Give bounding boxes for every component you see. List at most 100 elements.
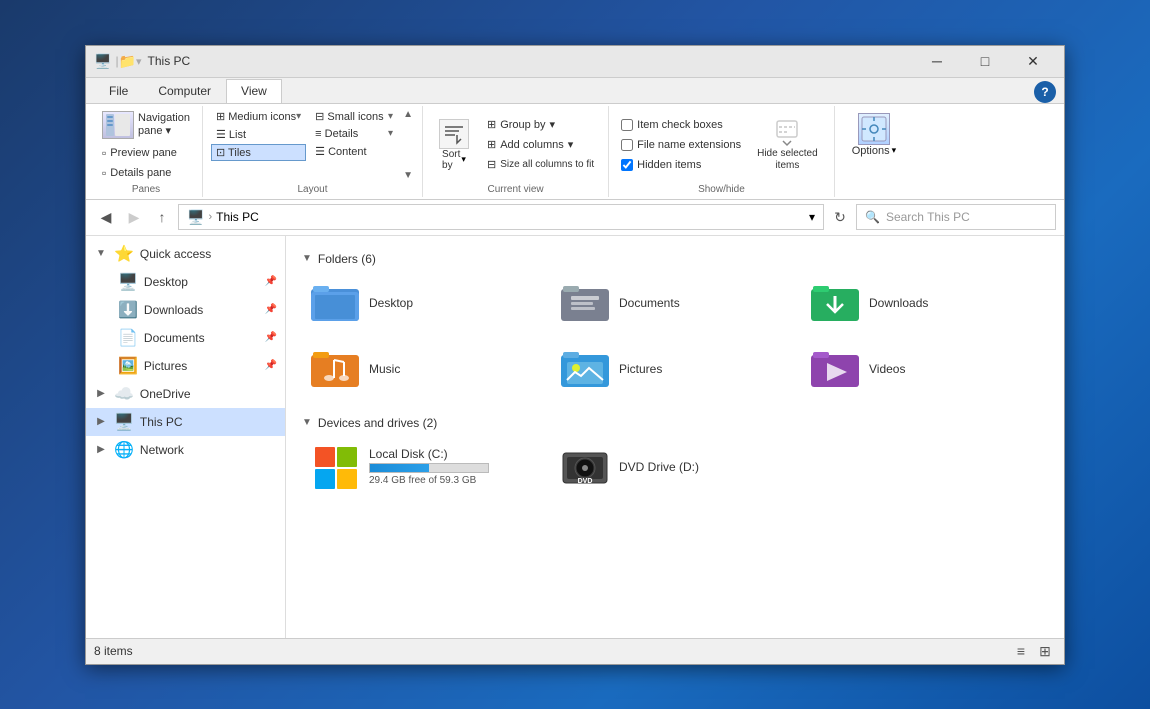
sidebar-item-network[interactable]: ▶ 🌐 Network [86, 436, 285, 464]
search-box[interactable]: 🔍 Search This PC [856, 204, 1056, 230]
sidebar-item-desktop[interactable]: 🖥️ Desktop 📌 [110, 268, 285, 296]
tab-computer[interactable]: Computer [143, 79, 226, 103]
hide-selected-icon [773, 118, 801, 148]
ribbon-content: Navigation pane ▾ ▫ Preview pane ▫ Detai… [86, 104, 1064, 200]
folder-music-label: Music [369, 362, 400, 376]
folder-desktop-tile[interactable]: Desktop [302, 272, 548, 334]
sidebar-item-pictures[interactable]: 🖼️ Pictures 📌 [110, 352, 285, 380]
layout-scroll-down[interactable]: ▼ [402, 169, 414, 182]
hide-selected-label: Hide selecteditems [757, 148, 818, 172]
minimize-button[interactable]: ─ [914, 45, 960, 77]
drive-local-disk-tile[interactable]: Local Disk (C:) 29.4 GB free of 59.3 GB [302, 436, 548, 498]
sidebar-item-downloads[interactable]: ⬇️ Downloads 📌 [110, 296, 285, 324]
sidebar-item-documents[interactable]: 📄 Documents 📌 [110, 324, 285, 352]
hide-selected-button[interactable]: Hide selecteditems [749, 116, 826, 174]
add-columns-button[interactable]: ⊞ Add columns ▾ [481, 136, 600, 153]
size-columns-button[interactable]: ⊟ Size all columns to fit [481, 156, 600, 173]
folder-pictures-icon [561, 345, 609, 393]
desktop-pin-icon: 📌 [265, 276, 277, 287]
layout-details[interactable]: ≡ Details ▾ [310, 126, 398, 142]
sidebar-item-this-pc[interactable]: ▶ 🖥️ This PC [86, 408, 285, 436]
folder-downloads-tile[interactable]: Downloads [802, 272, 1048, 334]
up-button[interactable]: ↑ [150, 205, 174, 229]
folder-videos-label: Videos [869, 362, 905, 376]
status-items-count: 8 items [94, 644, 133, 658]
layout-medium-icons[interactable]: ⊞ Medium icons ▾ [211, 108, 306, 125]
layout-small-icons[interactable]: ⊟ Small icons ▾ [310, 108, 398, 125]
layout-col-right: ⊟ Small icons ▾ ≡ Details ▾ ☰ Content ▾ [310, 108, 398, 160]
nav-pane-icon [102, 111, 134, 139]
item-checkboxes-label[interactable]: Item check boxes [617, 117, 745, 133]
folder-documents-tile[interactable]: Documents [552, 272, 798, 334]
close-button[interactable]: ✕ [1010, 45, 1056, 77]
sort-arrow: ▾ [461, 154, 466, 165]
status-bar: 8 items ≡ ⊞ [86, 638, 1064, 664]
folder-downloads-label: Downloads [869, 296, 928, 310]
file-extensions-label[interactable]: File name extensions [617, 137, 745, 153]
drives-chevron[interactable]: ▼ [302, 417, 312, 428]
folder-downloads-icon [811, 279, 859, 327]
sort-icon [439, 119, 469, 149]
details-pane-button[interactable]: ▫ Details pane [98, 164, 175, 182]
cv-buttons: ⊞ Group by ▾ ⊞ Add columns ▾ ⊟ Size all … [481, 116, 600, 173]
preview-pane-icon: ▫ [102, 146, 106, 160]
drive-c-space: 29.4 GB free of 59.3 GB [369, 475, 489, 486]
folder-music-tile[interactable]: Music [302, 338, 548, 400]
group-by-icon: ⊞ [487, 118, 496, 131]
sort-label: Sortby [442, 149, 460, 171]
layout-content: ⊞ Medium icons ▾ ☰ List ⊡ Tiles ▾ ⊟ Smal… [211, 108, 414, 182]
address-path[interactable]: 🖥️ › This PC ▾ [178, 204, 824, 230]
layout-tiles[interactable]: ⊡ Tiles ▾ [211, 144, 306, 161]
this-pc-expand-icon: ▶ [94, 415, 108, 429]
folder-videos-tile[interactable]: Videos [802, 338, 1048, 400]
preview-pane-button[interactable]: ▫ Preview pane [98, 144, 181, 162]
folder-pictures-tile[interactable]: Pictures [552, 338, 798, 400]
current-view-group-label: Current view [487, 182, 543, 195]
layout-group-label: Layout [297, 182, 327, 195]
item-checkboxes-input[interactable] [621, 119, 633, 131]
hidden-items-input[interactable] [621, 159, 633, 171]
ribbon-group-show-hide: Item check boxes File name extensions Hi… [609, 106, 835, 197]
options-button[interactable]: Options ▾ [843, 108, 905, 162]
file-extensions-input[interactable] [621, 139, 633, 151]
downloads-label: Downloads [144, 303, 203, 317]
list-view-button[interactable]: ≡ [1010, 640, 1032, 662]
folders-label: Folders (6) [318, 252, 376, 266]
group-by-button[interactable]: ⊞ Group by ▾ [481, 116, 600, 133]
drive-d-info: DVD Drive (D:) [619, 460, 699, 474]
folder-documents-icon [561, 279, 609, 327]
onedrive-expand-icon: ▶ [94, 387, 108, 401]
quick-access-expand-icon: ▼ [94, 247, 108, 261]
window-title: This PC [148, 54, 914, 68]
sort-by-button[interactable]: Sortby ▾ [431, 117, 477, 173]
forward-button[interactable]: ▶ [122, 205, 146, 229]
tab-view[interactable]: View [226, 79, 282, 103]
path-folder-icon: 🖥️ [187, 209, 204, 226]
path-chevron: › [208, 211, 212, 223]
drive-d-icon: DVD [561, 443, 609, 491]
onedrive-label: OneDrive [140, 387, 191, 401]
help-button[interactable]: ? [1034, 81, 1056, 103]
path-text: This PC [216, 210, 259, 224]
navigation-pane-button[interactable]: Navigation pane ▾ [98, 108, 194, 142]
drive-dvd-tile[interactable]: DVD DVD Drive (D:) [552, 436, 798, 498]
layout-content[interactable]: ☰ Content ▾ [310, 143, 398, 160]
folder-pictures-label: Pictures [619, 362, 662, 376]
refresh-button[interactable]: ↻ [828, 205, 852, 229]
options-icon [858, 113, 890, 145]
folders-chevron[interactable]: ▼ [302, 253, 312, 264]
sidebar-item-quick-access[interactable]: ▼ ⭐ Quick access [86, 240, 285, 268]
this-pc-label: This PC [140, 415, 183, 429]
sidebar-item-onedrive[interactable]: ▶ ☁️ OneDrive [86, 380, 285, 408]
tile-view-button[interactable]: ⊞ [1034, 640, 1056, 662]
layout-scroll-up[interactable]: ▲ [402, 108, 414, 121]
window-icon: 🖥️ [94, 53, 111, 70]
hidden-items-label[interactable]: Hidden items [617, 157, 745, 173]
back-button[interactable]: ◀ [94, 205, 118, 229]
drive-c-bar-bg [369, 463, 489, 473]
folder-desktop-label: Desktop [369, 296, 413, 310]
layout-list[interactable]: ☰ List [211, 126, 306, 143]
maximize-button[interactable]: □ [962, 45, 1008, 77]
tab-file[interactable]: File [94, 79, 143, 103]
drives-grid: Local Disk (C:) 29.4 GB free of 59.3 GB [302, 436, 1048, 498]
